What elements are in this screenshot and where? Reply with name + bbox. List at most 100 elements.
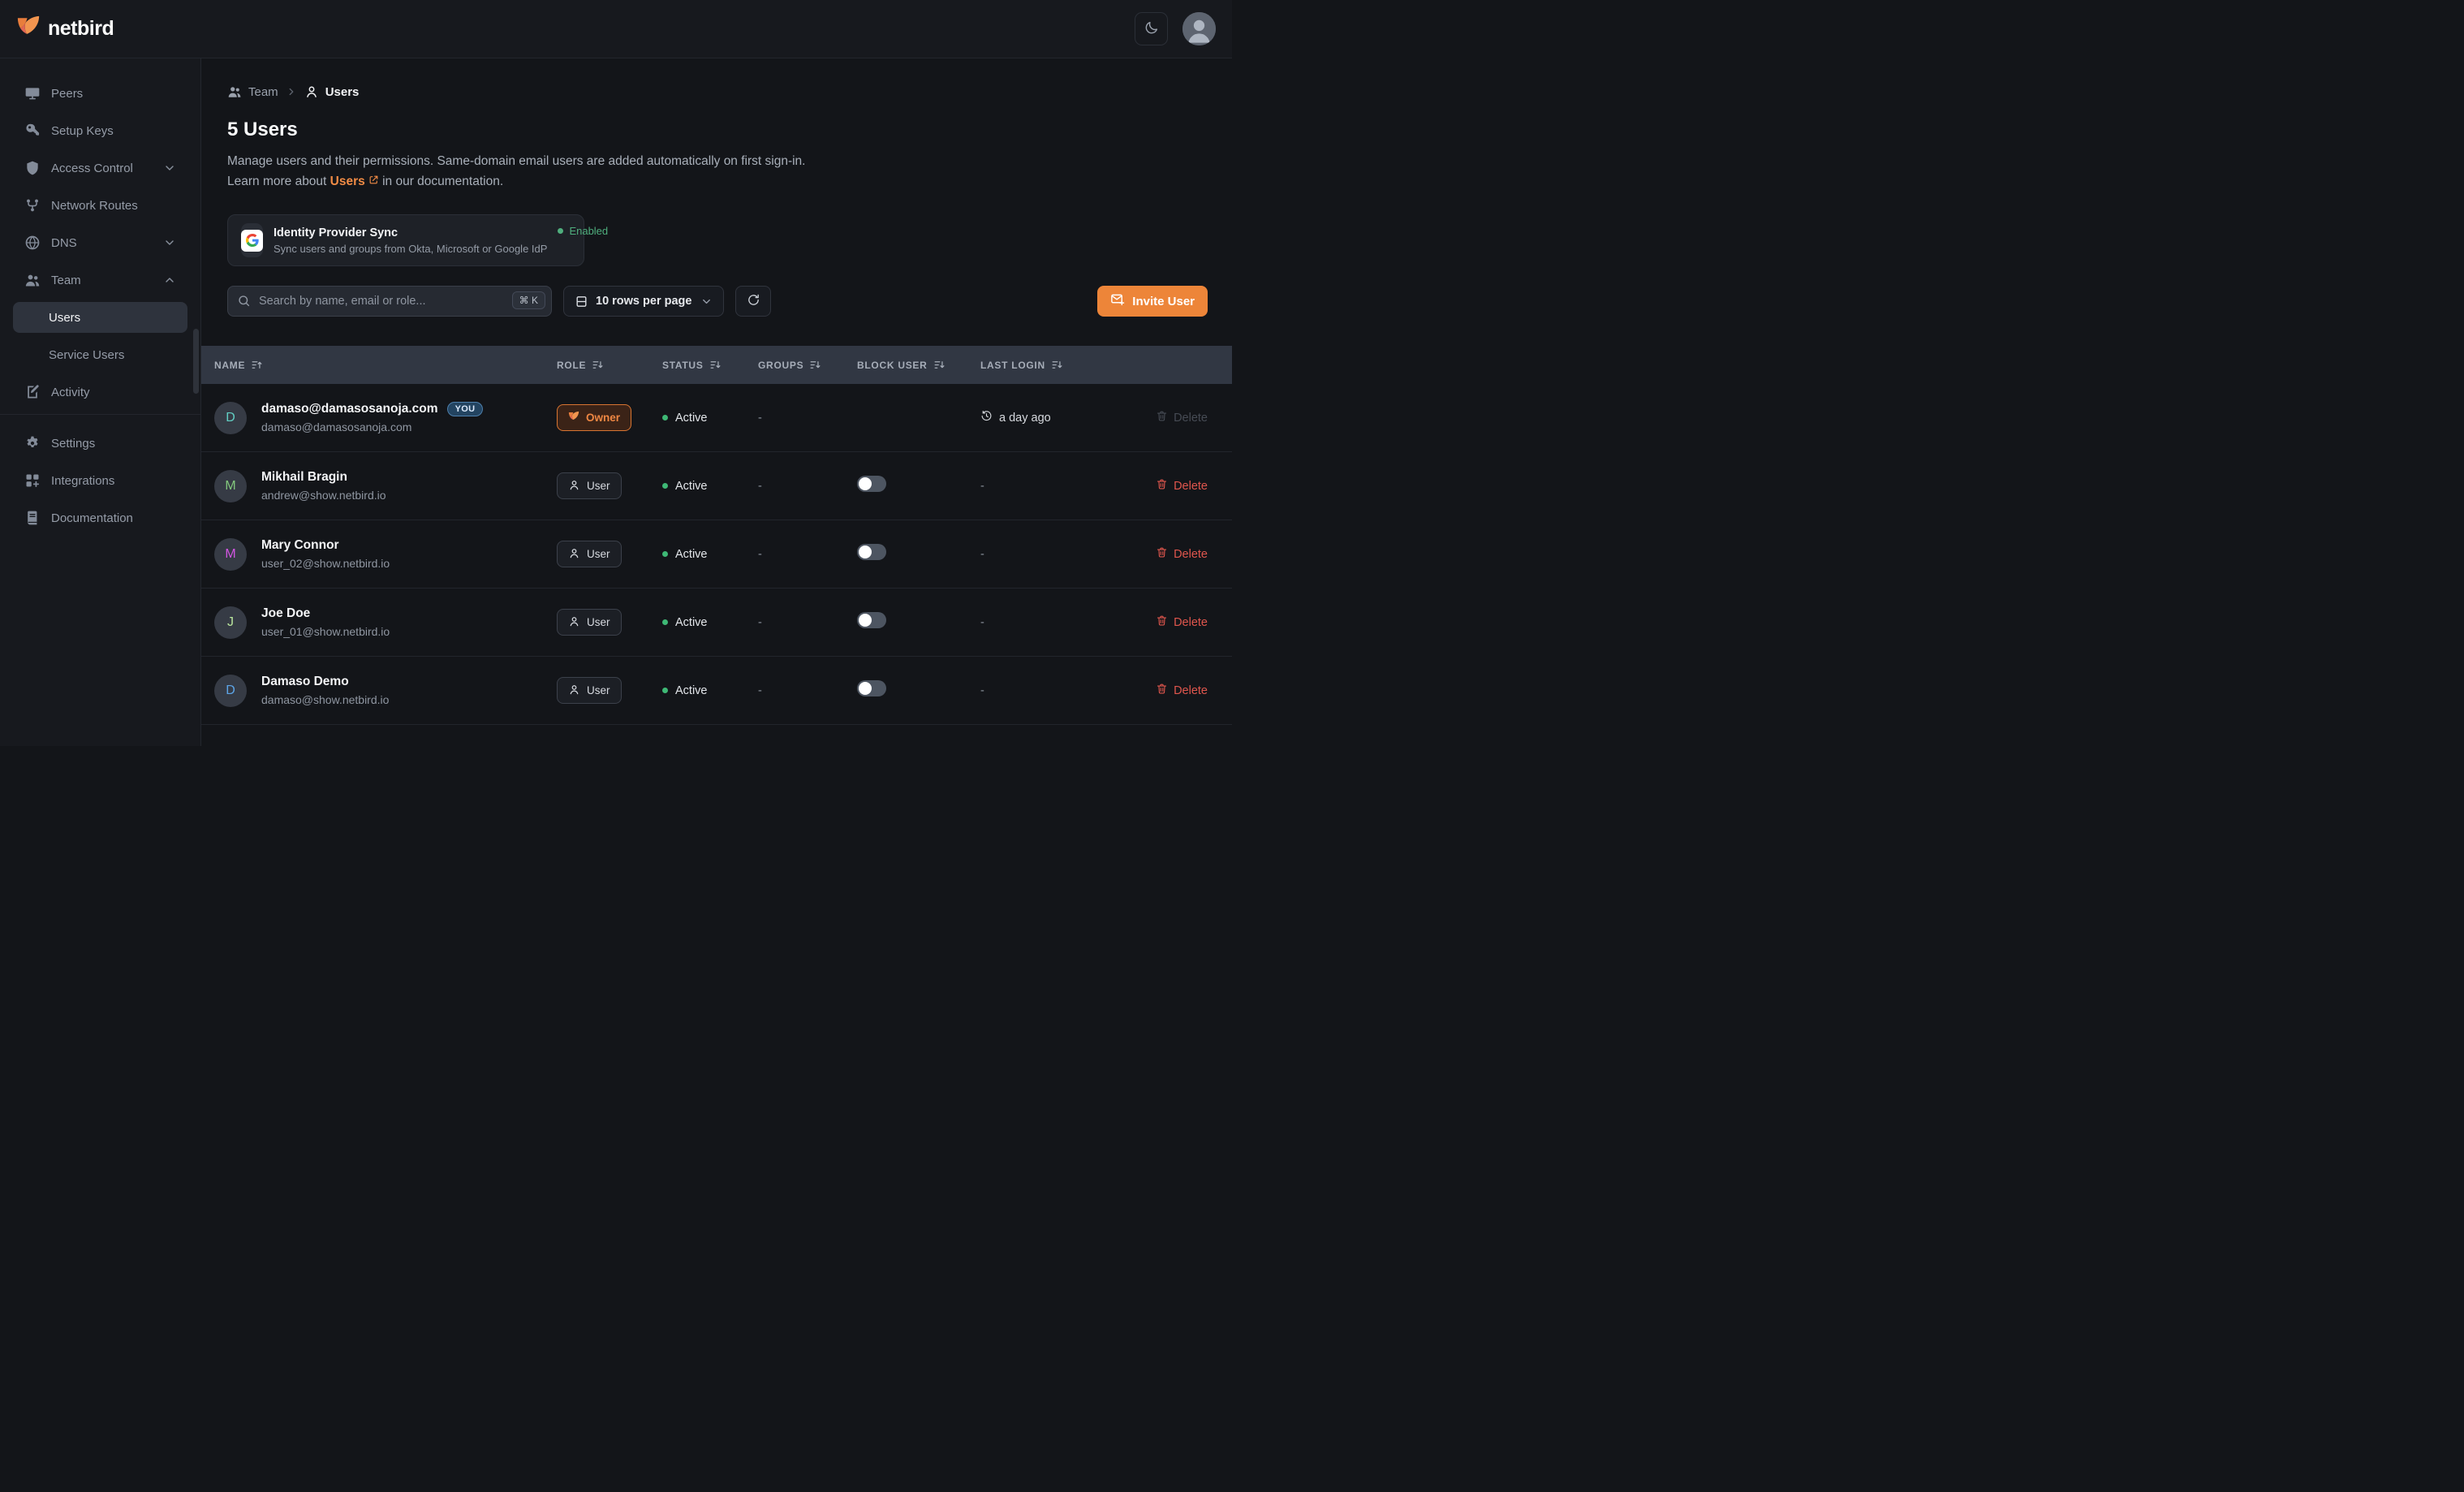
block-user-toggle[interactable] [857,680,886,696]
refresh-button[interactable] [735,286,772,317]
toggle-knob [859,545,872,558]
sidebar-item-documentation[interactable]: Documentation [13,502,187,533]
main-content: Team Users 5 Users Manage users and thei… [201,58,1232,746]
sidebar-item-label: Peers [51,86,84,101]
last-login-value: - [980,479,984,493]
role-badge[interactable]: User [557,541,622,567]
avatar-initial: M [225,478,236,493]
user-name-cell: M Mary Connor user_02@show.netbird.io [214,537,557,571]
column-header-status[interactable]: STATUS [662,359,758,371]
delete-label: Delete [1174,683,1208,697]
block-user-toggle[interactable] [857,476,886,492]
role-badge[interactable]: User [557,677,622,704]
topbar-actions [1135,12,1216,45]
page-title: 5 Users [227,119,298,140]
toggle-knob [859,682,872,695]
breadcrumb-users[interactable]: Users [304,84,359,99]
name-line: Mikhail Bragin [261,470,386,485]
sidebar-item-access-control[interactable]: Access Control [13,153,187,183]
person-silhouette-icon [1182,12,1216,45]
sort-down-icon [592,359,604,371]
search-input[interactable] [227,286,552,317]
sidebar-item-network-routes[interactable]: Network Routes [13,190,187,221]
account-avatar[interactable] [1182,12,1216,45]
user-name: Mary Connor [261,538,339,552]
name-block: damaso@damasosanoja.com YOU damaso@damasos… [261,402,484,433]
sidebar-item-label: Activity [51,385,90,399]
sidebar-item-settings[interactable]: Settings [13,428,187,459]
refresh-icon [747,293,760,309]
role-badge[interactable]: Owner [557,404,632,431]
sidebar-item-label: Access Control [51,161,133,175]
learn-prefix: Learn more about [227,175,327,188]
sidebar-scrollbar[interactable] [193,329,199,394]
user-name: damaso@damasosanoja.com [261,402,438,416]
column-header-role[interactable]: ROLE [557,359,662,371]
status-label: Active [675,547,708,561]
status-label: Active [675,479,708,493]
sidebar-item-setup-keys[interactable]: Setup Keys [13,115,187,146]
groups-cell: - [758,683,762,697]
dark-mode-toggle-button[interactable] [1135,12,1168,45]
sidebar-item-service-users[interactable]: Service Users [13,339,187,370]
sidebar-item-activity[interactable]: Activity [13,377,187,407]
sidebar-item-dns[interactable]: DNS [13,227,187,258]
role-label: User [587,480,610,492]
sidebar: Peers Setup Keys Access Control Network Rou… [0,58,201,746]
name-block: Mary Connor user_02@show.netbird.io [261,538,390,570]
column-header-last-login[interactable]: LAST LOGIN [980,359,1110,371]
sidebar-item-integrations[interactable]: Integrations [13,465,187,496]
delete-button[interactable]: Delete [1156,614,1208,630]
invite-user-button[interactable]: Invite User [1097,286,1208,317]
block-user-cell [857,680,980,701]
status-dot-icon [662,551,668,557]
sidebar-item-team[interactable]: Team [13,265,187,295]
status-label: Active [675,683,708,697]
sidebar-item-label: Team [51,273,81,287]
user-email: andrew@show.netbird.io [261,489,386,502]
groups-cell: - [758,479,762,493]
user-icon [304,84,319,99]
toggle-knob [859,477,872,490]
sort-down-icon [1051,359,1063,371]
netbird-logo-icon [568,411,579,425]
sidebar-nav: Peers Setup Keys Access Control Network Rou… [0,78,200,533]
block-user-toggle[interactable] [857,544,886,560]
groups-cell: - [758,411,762,425]
role-badge[interactable]: User [557,472,622,499]
column-header-label: GROUPS [758,359,804,371]
search-icon [237,294,251,312]
last-login-value: - [980,683,984,697]
column-header-block-user[interactable]: BLOCK USER [857,359,980,371]
table-row: Ddamaso@damasosanoja.com YOU damaso@damaso… [201,384,1232,452]
user-name-cell: M Mikhail Bragin andrew@show.netbird.io [214,469,557,502]
brand-logo[interactable]: netbird [16,15,114,43]
rows-per-page-select[interactable]: 10 rows per page [563,286,725,317]
idp-sync-card[interactable]: Identity Provider Sync Sync users and gr… [227,214,608,266]
role-badge[interactable]: User [557,609,622,636]
name-line: damaso@damasosanoja.com YOU [261,402,484,416]
last-login-value: - [980,547,984,561]
status-dot-icon [558,228,564,234]
integrations-icon [24,472,41,489]
avatar: M [214,469,247,502]
last-login-value: a day ago [999,411,1051,425]
column-header-groups[interactable]: GROUPS [758,359,857,371]
user-email: user_02@show.netbird.io [261,557,390,570]
sidebar-item-peers[interactable]: Peers [13,78,187,109]
breadcrumb-team[interactable]: Team [227,84,278,99]
delete-button[interactable]: Delete [1156,683,1208,698]
sidebar-item-users[interactable]: Users [13,302,187,333]
sidebar-item-label: Documentation [51,511,133,525]
learn-suffix: in our documentation. [382,175,504,188]
table-header: NAME ROLE STATUS GROUPS BLOCK USER LAST LOGIN [201,346,1232,384]
column-header-label: ROLE [557,359,587,371]
delete-button[interactable]: Delete [1156,546,1208,562]
delete-button[interactable]: Delete [1156,478,1208,494]
users-doc-link[interactable]: Users [330,171,379,192]
table-row: M Mikhail Bragin andrew@show.netbird.io Use… [201,452,1232,520]
block-user-toggle[interactable] [857,612,886,628]
chevron-up-icon [163,274,176,287]
idp-card-text: Identity Provider Sync Sync users and gr… [274,226,547,255]
column-header-name[interactable]: NAME [214,359,557,371]
